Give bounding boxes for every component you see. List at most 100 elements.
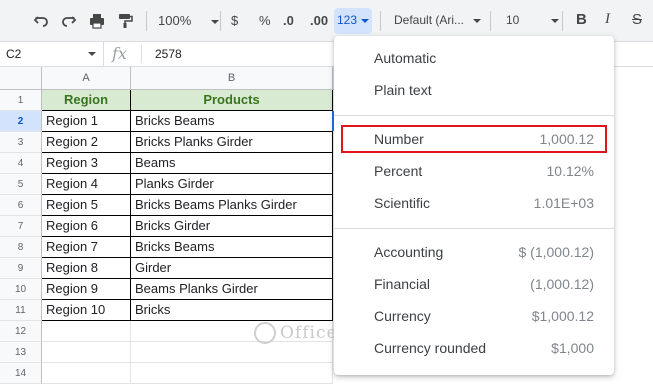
menu-item-currency-rounded[interactable]: Currency rounded $1,000 bbox=[334, 332, 614, 364]
cell-products[interactable]: Planks Girder bbox=[131, 174, 333, 195]
column-header-a[interactable]: A bbox=[42, 67, 131, 90]
cell-region[interactable]: Region 10 bbox=[42, 300, 131, 321]
header-cell-region[interactable]: Region bbox=[42, 90, 131, 111]
empty-cell[interactable] bbox=[42, 342, 131, 363]
row-header-7[interactable]: 7 bbox=[0, 216, 42, 237]
menu-item-example: $1,000 bbox=[551, 340, 594, 356]
chevron-down-icon bbox=[210, 19, 219, 24]
menu-item-example: (1,000.12) bbox=[530, 276, 594, 292]
font-select[interactable]: Default (Ari... bbox=[394, 13, 482, 27]
number-format-menu: Automatic Plain text Number 1,000.12 Per… bbox=[334, 36, 614, 375]
cell-region[interactable]: Region 9 bbox=[42, 279, 131, 300]
menu-divider bbox=[334, 228, 614, 229]
watermark-logo bbox=[254, 322, 276, 344]
undo-icon[interactable] bbox=[30, 10, 52, 32]
row-header-2[interactable]: 2 bbox=[0, 111, 42, 132]
cell-products[interactable]: Bricks Beams Planks Girder bbox=[131, 195, 333, 216]
menu-item-financial[interactable]: Financial (1,000.12) bbox=[334, 268, 614, 300]
menu-item-example: $1,000.12 bbox=[531, 308, 594, 324]
formula-input[interactable]: 2578 bbox=[155, 47, 182, 61]
toolbar-divider bbox=[490, 11, 491, 31]
menu-item-label: Financial bbox=[374, 276, 431, 292]
row-header-3[interactable]: 3 bbox=[0, 132, 42, 153]
print-icon[interactable] bbox=[86, 10, 108, 32]
row-header-11[interactable]: 11 bbox=[0, 300, 42, 321]
cell-products[interactable]: Beams bbox=[131, 153, 333, 174]
cell-products[interactable]: Girder bbox=[131, 258, 333, 279]
menu-item-scientific[interactable]: Scientific 1.01E+03 bbox=[334, 187, 614, 219]
row-header-5[interactable]: 5 bbox=[0, 174, 42, 195]
cell-products[interactable]: Bricks Beams bbox=[131, 237, 333, 258]
cell-region[interactable]: Region 7 bbox=[42, 237, 131, 258]
formula-divider bbox=[141, 45, 142, 63]
row-header-10[interactable]: 10 bbox=[0, 279, 42, 300]
zoom-value: 100% bbox=[158, 13, 192, 28]
menu-item-currency[interactable]: Currency $1,000.12 bbox=[334, 300, 614, 332]
select-all-corner[interactable] bbox=[0, 67, 42, 90]
row-header-8[interactable]: 8 bbox=[0, 237, 42, 258]
menu-item-example: 1.01E+03 bbox=[533, 195, 594, 211]
chevron-down-icon bbox=[550, 18, 559, 23]
more-formats-label: 123 bbox=[337, 13, 358, 27]
number-highlight-box bbox=[341, 125, 607, 153]
chevron-down-icon bbox=[88, 52, 96, 56]
font-value: Default (Ari... bbox=[394, 13, 465, 27]
menu-item-percent[interactable]: Percent 10.12% bbox=[334, 155, 614, 187]
menu-item-label: Scientific bbox=[374, 195, 431, 211]
row-header-9[interactable]: 9 bbox=[0, 258, 42, 279]
cell-region[interactable]: Region 5 bbox=[42, 195, 131, 216]
font-size-select[interactable]: 10 bbox=[506, 13, 559, 27]
row-header-4[interactable]: 4 bbox=[0, 153, 42, 174]
italic-button[interactable]: I bbox=[605, 11, 610, 28]
menu-item-label: Currency bbox=[374, 308, 431, 324]
currency-format-button[interactable]: $ bbox=[231, 13, 238, 28]
cell-region[interactable]: Region 4 bbox=[42, 174, 131, 195]
zoom-select[interactable]: 100% bbox=[158, 13, 219, 28]
redo-icon[interactable] bbox=[58, 10, 80, 32]
toolbar-divider bbox=[380, 11, 381, 31]
cell-products[interactable]: Bricks Planks Girder bbox=[131, 132, 333, 153]
percent-format-button[interactable]: % bbox=[259, 13, 271, 28]
menu-item-plain-text[interactable]: Plain text bbox=[334, 74, 614, 106]
chevron-down-icon bbox=[361, 19, 369, 23]
menu-item-accounting[interactable]: Accounting $ (1,000.12) bbox=[334, 236, 614, 268]
cell-products[interactable]: Beams Planks Girder bbox=[131, 279, 333, 300]
increase-decimal-button[interactable]: .00 bbox=[310, 13, 328, 28]
empty-cell[interactable] bbox=[131, 342, 333, 363]
decrease-decimal-button[interactable]: .0 bbox=[283, 13, 294, 28]
cell-products[interactable]: Bricks Girder bbox=[131, 216, 333, 237]
chevron-down-icon bbox=[473, 18, 482, 23]
menu-item-example: $ (1,000.12) bbox=[518, 244, 595, 260]
toolbar-divider bbox=[220, 11, 221, 31]
cell-products[interactable]: Bricks Beams bbox=[131, 111, 333, 132]
row-header-6[interactable]: 6 bbox=[0, 195, 42, 216]
menu-divider bbox=[334, 115, 614, 116]
header-cell-products[interactable]: Products bbox=[131, 90, 333, 111]
strikethrough-button[interactable]: S bbox=[632, 11, 642, 28]
cell-products[interactable]: Bricks bbox=[131, 300, 333, 321]
menu-item-automatic[interactable]: Automatic bbox=[334, 42, 614, 74]
cell-region[interactable]: Region 1 bbox=[42, 111, 131, 132]
bold-button[interactable]: B bbox=[576, 11, 587, 28]
cell-region[interactable]: Region 8 bbox=[42, 258, 131, 279]
empty-cell[interactable] bbox=[42, 321, 131, 342]
menu-item-label: Automatic bbox=[374, 50, 437, 66]
fx-icon: fx bbox=[112, 44, 127, 63]
name-box[interactable]: C2 bbox=[0, 42, 104, 66]
cell-region[interactable]: Region 3 bbox=[42, 153, 131, 174]
row-header-12[interactable]: 12 bbox=[0, 321, 42, 342]
empty-cell[interactable] bbox=[131, 363, 333, 384]
cell-region[interactable]: Region 2 bbox=[42, 132, 131, 153]
menu-item-label: Plain text bbox=[374, 82, 432, 98]
toolbar-divider bbox=[562, 11, 563, 31]
row-header-14[interactable]: 14 bbox=[0, 363, 42, 384]
toolbar-divider bbox=[146, 11, 147, 31]
column-header-b[interactable]: B bbox=[131, 67, 333, 90]
menu-item-label: Percent bbox=[374, 163, 423, 179]
empty-cell[interactable] bbox=[42, 363, 131, 384]
cell-region[interactable]: Region 6 bbox=[42, 216, 131, 237]
row-header-1[interactable]: 1 bbox=[0, 90, 42, 111]
more-formats-button[interactable]: 123 bbox=[334, 8, 372, 34]
paint-format-icon[interactable] bbox=[114, 10, 136, 32]
row-header-13[interactable]: 13 bbox=[0, 342, 42, 363]
